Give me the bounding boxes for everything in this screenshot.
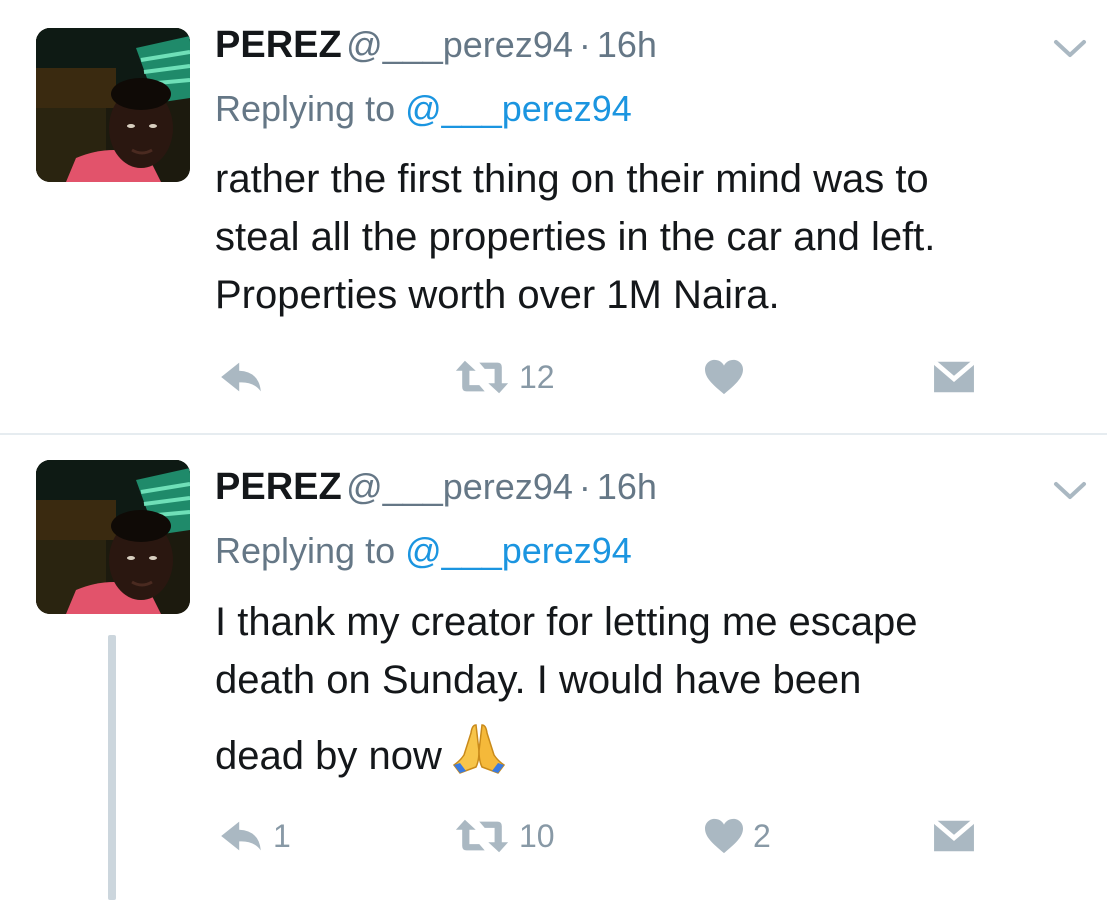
reply-button[interactable]: [217, 352, 273, 402]
avatar[interactable]: [36, 28, 190, 182]
envelope-icon: [932, 817, 976, 855]
tweet-header: PEREZ @___perez94 · 16h: [215, 24, 657, 67]
like-button[interactable]: [703, 352, 753, 402]
timestamp[interactable]: 16h: [597, 24, 657, 65]
folded-hands-emoji-icon: [452, 724, 505, 774]
chevron-down-icon[interactable]: [1053, 38, 1087, 60]
replying-to-handle[interactable]: @___perez94: [405, 88, 632, 129]
thread-line: [108, 635, 116, 900]
retweet-button[interactable]: 12: [453, 352, 555, 402]
tweet-text-line: rather the first thing on their mind was…: [215, 157, 929, 201]
tweet-text-line-last: dead by now: [215, 721, 506, 785]
heart-icon: [703, 358, 745, 396]
author-name[interactable]: PEREZ: [215, 466, 342, 508]
tweet-header: PEREZ @___perez94 · 16h: [215, 466, 657, 509]
author-name[interactable]: PEREZ: [215, 24, 342, 66]
tweet[interactable]: PEREZ @___perez94 · 16h Replying to @___pe…: [0, 435, 1107, 902]
tweet-actions: 1 10 2: [215, 811, 1095, 861]
retweet-button[interactable]: 10: [453, 811, 555, 861]
reply-button[interactable]: 1: [217, 811, 291, 861]
timestamp[interactable]: 16h: [597, 466, 657, 507]
replying-to-label: Replying to: [215, 530, 396, 571]
tweet-text: rather the first thing on their mind was…: [215, 150, 1095, 324]
retweet-count: 12: [519, 358, 555, 395]
avatar[interactable]: [36, 460, 190, 614]
chevron-down-icon[interactable]: [1053, 480, 1087, 502]
envelope-icon: [932, 358, 976, 396]
replying-to-label: Replying to: [215, 88, 396, 129]
direct-message-button[interactable]: [932, 352, 976, 402]
author-handle[interactable]: @___perez94: [346, 24, 573, 65]
retweet-icon: [453, 359, 511, 395]
tweet-text-line: death on Sunday. I would have been: [215, 658, 862, 702]
direct-message-button[interactable]: [932, 811, 976, 861]
replying-to-handle[interactable]: @___perez94: [405, 530, 632, 571]
tweet-text-line: I thank my creator for letting me escape: [215, 600, 918, 644]
like-button[interactable]: 2: [703, 811, 771, 861]
like-count: 2: [753, 817, 771, 854]
tweet-text-line: steal all the properties in the car and …: [215, 215, 936, 259]
replying-to: Replying to @___perez94: [215, 88, 632, 130]
tweet-actions: 12: [215, 352, 1095, 402]
separator-dot: ·: [578, 466, 591, 507]
tweet-text-line: Properties worth over 1M Naira.: [215, 273, 780, 317]
tweet-text: I thank my creator for letting me escape…: [215, 593, 1095, 785]
tweet-text-line: dead by now: [215, 734, 442, 778]
reply-icon: [217, 818, 265, 854]
separator-dot: ·: [578, 24, 591, 65]
retweet-count: 10: [519, 817, 555, 854]
replying-to: Replying to @___perez94: [215, 530, 632, 572]
retweet-icon: [453, 818, 511, 854]
reply-count: 1: [273, 817, 291, 854]
reply-icon: [217, 359, 265, 395]
author-handle[interactable]: @___perez94: [346, 466, 573, 507]
tweet[interactable]: PEREZ @___perez94 · 16h Replying to @___pe…: [0, 0, 1107, 434]
heart-icon: [703, 817, 745, 855]
